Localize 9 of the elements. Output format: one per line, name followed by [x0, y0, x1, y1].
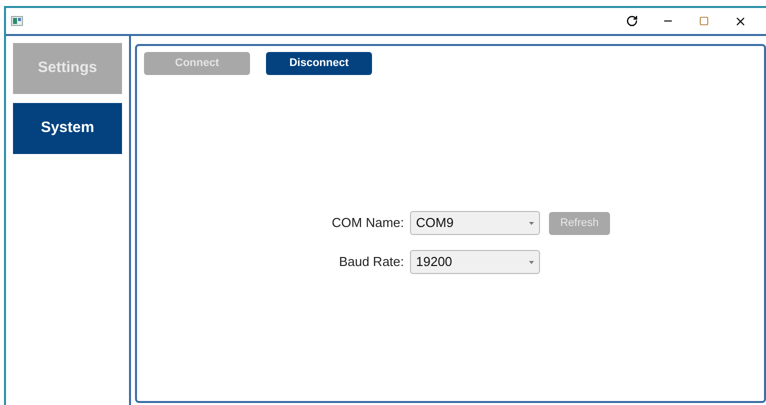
nav-tab[interactable]: System — [13, 103, 122, 154]
dropdown-field[interactable]: COM9 — [410, 211, 540, 235]
field-label: Baud Rate: — [338, 253, 404, 272]
action-button[interactable]: Disconnect — [266, 52, 372, 75]
dropdown-field[interactable]: 19200 — [410, 250, 540, 274]
field-label: COM Name: — [330, 214, 404, 232]
app-icon — [11, 16, 23, 26]
caret-icon — [529, 260, 534, 264]
caret-icon — [529, 222, 534, 224]
